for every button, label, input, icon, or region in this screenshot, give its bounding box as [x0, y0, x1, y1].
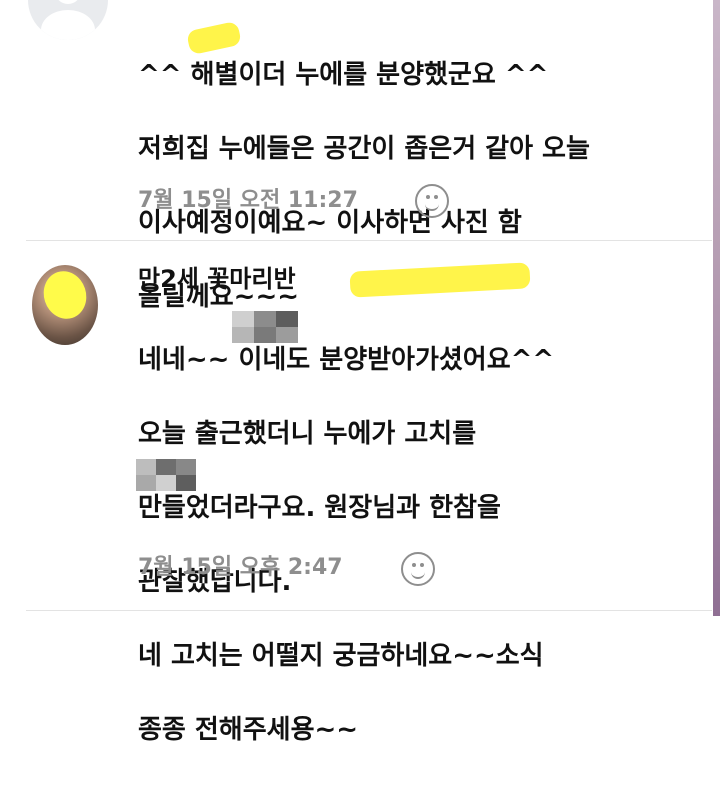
- comment-item: 만2세 꽃마리반 네네~~ 이네도 분양받아가셨어요^^ 오늘 출근했더니 누에…: [0, 241, 712, 745]
- comment-divider: [26, 610, 712, 611]
- scroll-edge: [713, 0, 720, 616]
- comment-line: ^^ 해별이더 누에를 분양했군요 ^^: [138, 60, 549, 90]
- comment-line: 네 고치는 어떨지 궁금하네요~~소식: [138, 641, 544, 671]
- comment-item: ^^ 해별이더 누에를 분양했군요 ^^ 저희집 누에들은 공간이 좁은거 같아…: [0, 0, 712, 312]
- comment-line: 종종 전해주세용~~: [138, 715, 359, 745]
- comment-line: 저희집 누에들은 공간이 좁은거 같아 오늘: [138, 134, 590, 164]
- comment-text: 네네~~ 이네도 분양받아가셨어요^^ 오늘 출근했더니 누에가 고치를 만들었…: [138, 305, 708, 786]
- smiley-icon[interactable]: [401, 552, 435, 586]
- pixelated-redaction: [136, 459, 196, 491]
- comment-line: 만들었더라구요. 원장님과 한참을: [138, 493, 501, 523]
- comment-line: 네네~~ 이네도 분양받아가셨어요^^: [138, 345, 555, 375]
- redaction-highlight: [349, 262, 531, 298]
- comment-line: 오늘 출근했더니 누에가 고치를: [138, 419, 477, 449]
- comment-author[interactable]: 만2세 꽃마리반: [138, 264, 296, 294]
- default-avatar-icon[interactable]: [28, 0, 108, 40]
- comment-timestamp: 7월 15일 오후 2:47: [138, 555, 343, 580]
- user-avatar[interactable]: [32, 265, 98, 345]
- pixelated-redaction: [232, 311, 298, 343]
- comment-timestamp: 7월 15일 오전 11:27: [138, 188, 358, 213]
- smiley-icon[interactable]: [415, 184, 449, 218]
